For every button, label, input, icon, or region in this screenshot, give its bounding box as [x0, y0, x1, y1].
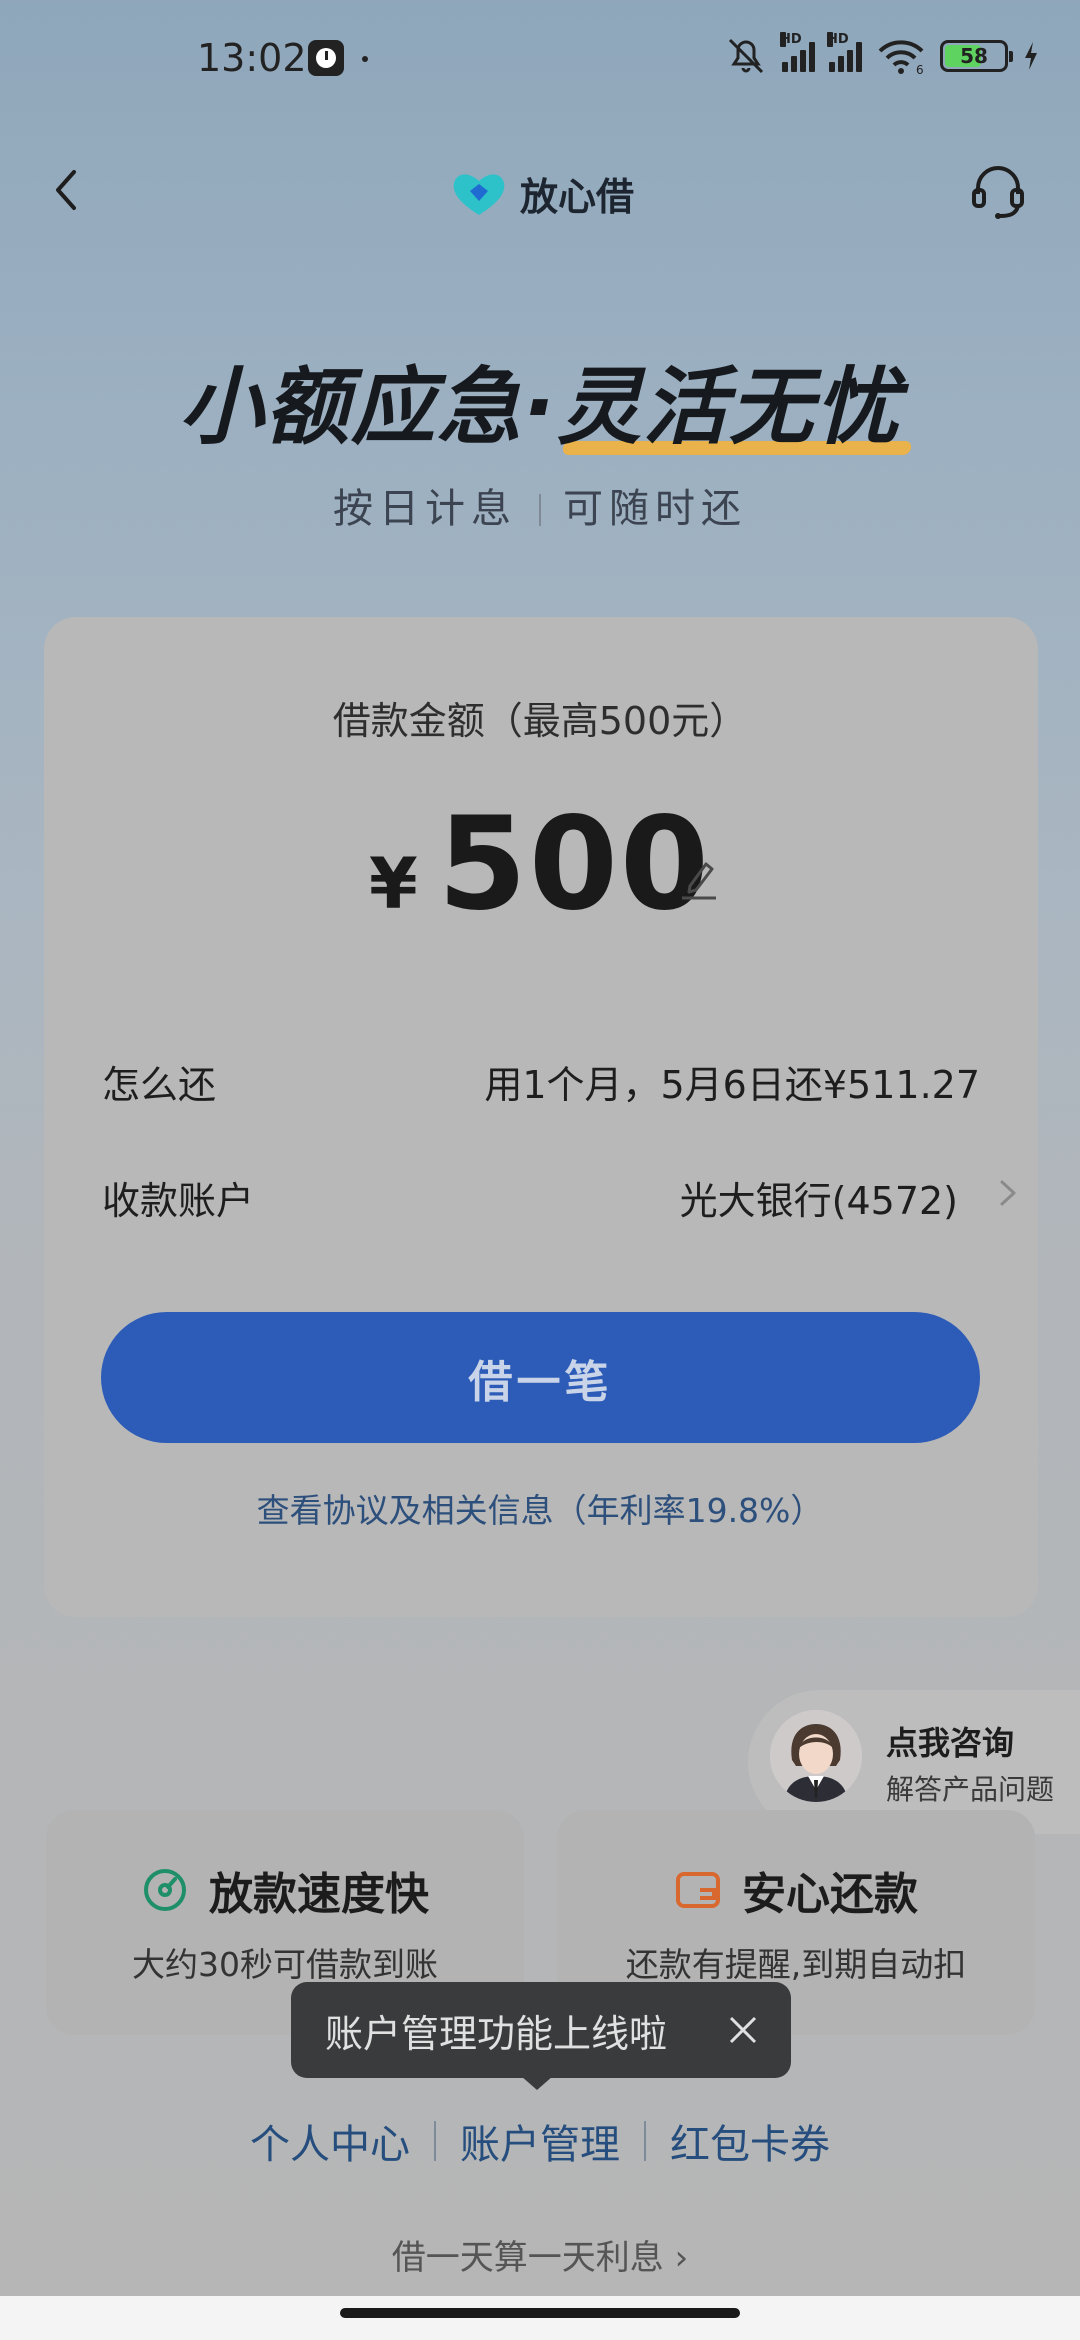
hero-sub-left: 按日计息 — [333, 486, 517, 532]
hero-sub-right: 可随时还 — [563, 486, 747, 532]
feature-desc: 还款有提醒,到期自动扣 — [625, 1945, 967, 1984]
status-icons: HD HD 6 58 — [724, 32, 1040, 76]
wifi-6-icon: 6 — [878, 40, 924, 75]
receiving-account[interactable]: 光大银行(4572) — [680, 1170, 958, 1225]
loan-card — [44, 617, 1038, 1617]
svg-text:6: 6 — [916, 63, 924, 75]
repay-label: 怎么还 — [102, 1063, 217, 1107]
hd-label: HD — [780, 32, 802, 47]
edit-pencil-icon[interactable] — [676, 856, 722, 902]
gesture-bar-area — [0, 2296, 1080, 2340]
brand-logo: 放心借 — [450, 166, 634, 221]
heart-logo-icon — [453, 173, 505, 215]
feature-desc: 大约30秒可借款到账 — [132, 1945, 438, 1984]
customer-service-headset-icon[interactable] — [966, 160, 1030, 224]
currency-symbol: ¥ — [369, 843, 418, 925]
amount-label: 借款金额（最高500元） — [332, 699, 748, 743]
signal-hd-icon: HD — [827, 32, 862, 72]
hero-title-part1: 小额应急· — [179, 358, 557, 456]
mute-icon — [728, 38, 764, 74]
consult-subtitle: 解答产品问题 — [886, 1773, 1055, 1806]
battery-level: 58 — [960, 44, 988, 68]
home-indicator[interactable] — [340, 2308, 740, 2318]
divider — [434, 2121, 436, 2161]
feature-title-row: 放款速度快 — [46, 1858, 524, 1922]
link-coupons[interactable]: 红包卡券 — [670, 2112, 830, 2170]
hero-subtitle: 按日计息 可随时还 — [0, 476, 1080, 534]
borrow-button[interactable]: 借一笔 — [101, 1312, 980, 1443]
link-account-management[interactable]: 账户管理 — [460, 2112, 620, 2170]
account-label: 收款账户 — [102, 1179, 255, 1223]
bottom-links: 个人中心 账户管理 红包卡券 — [0, 2112, 1080, 2170]
hd-label: HD — [827, 32, 849, 47]
feature-title: 安心还款 — [742, 1869, 918, 1920]
notification-dot-icon — [362, 56, 368, 62]
divider — [644, 2121, 646, 2161]
toast-pointer — [521, 2076, 553, 2090]
battery-icon: 58 — [940, 40, 1013, 72]
loan-amount[interactable]: 500 — [438, 790, 711, 939]
interest-note[interactable]: 借一天算一天利息 › — [0, 2230, 1080, 2279]
app-timer-icon — [308, 40, 344, 76]
close-icon[interactable] — [725, 2012, 761, 2048]
charging-icon — [1025, 42, 1037, 70]
link-personal-center[interactable]: 个人中心 — [250, 2112, 410, 2170]
hero-title: 小额应急·灵活无忧 — [0, 340, 1080, 461]
brand-name: 放心借 — [520, 175, 635, 219]
feature-title-row: 安心还款 — [557, 1858, 1035, 1922]
toast-popup: 账户管理功能上线啦 — [291, 1982, 791, 2078]
consult-title[interactable]: 点我咨询 — [886, 1718, 1014, 1764]
agent-avatar — [770, 1710, 862, 1802]
amount-display[interactable]: ¥ 500 — [0, 790, 1080, 939]
chevron-right-icon[interactable] — [994, 1176, 1022, 1210]
hero-title-part2: 灵活无忧 — [557, 340, 901, 461]
wallet-icon — [676, 1872, 720, 1908]
repay-plan[interactable]: 用1个月，5月6日还¥511.27 — [484, 1054, 980, 1109]
agreement-link[interactable]: 查看协议及相关信息（年利率19.8%） — [0, 1484, 1080, 1532]
toast-text: 账户管理功能上线啦 — [325, 2011, 668, 2056]
agent-avatar-icon — [770, 1710, 862, 1802]
feature-title: 放款速度快 — [209, 1869, 429, 1920]
speed-gauge-icon — [144, 1869, 186, 1911]
back-arrow-icon[interactable] — [40, 160, 100, 220]
status-time: 13:02 — [197, 36, 307, 80]
divider — [539, 494, 541, 526]
signal-hd-icon: HD — [780, 32, 815, 72]
